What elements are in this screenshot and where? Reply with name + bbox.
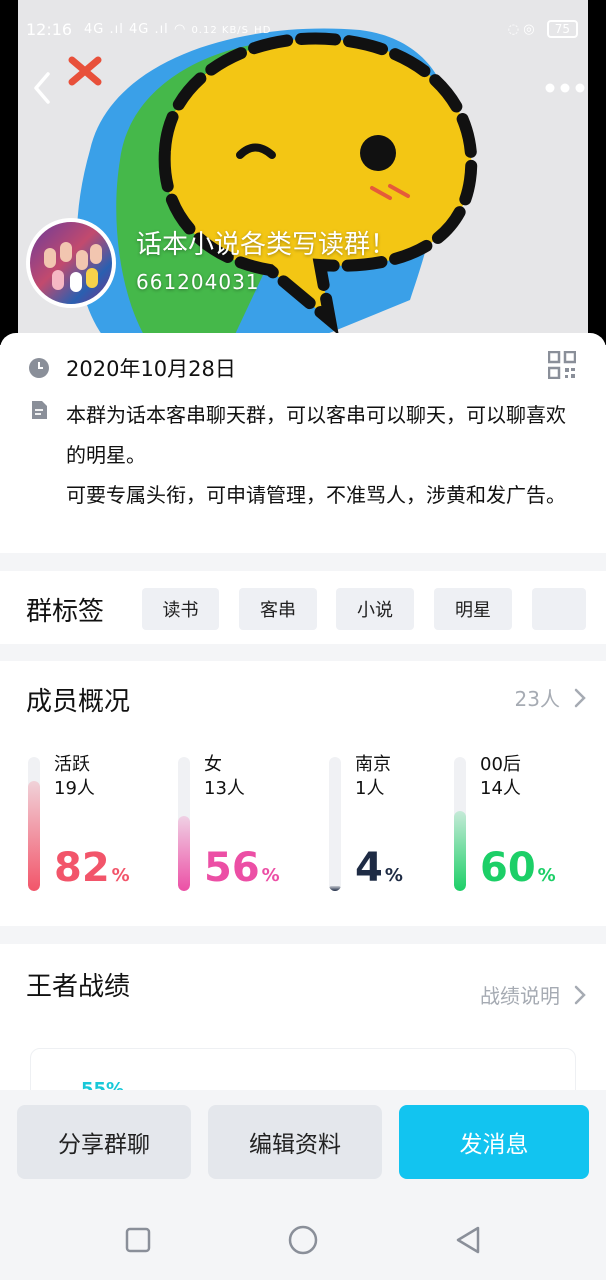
game-record-title: 王者战绩: [26, 972, 131, 1002]
tag-celebrity[interactable]: 明星: [434, 588, 512, 630]
group-info-card: 2020年10月28日 本群为话本客串聊天群，可以客串可以聊天，可以聊喜欢的明星…: [0, 333, 606, 553]
group-name: 话本小说各类写读群！: [136, 230, 397, 260]
action-bar: 分享群聊 编辑资料 发消息: [0, 1090, 606, 1198]
chevron-right-icon: [574, 688, 586, 707]
stat-label: 00后: [480, 754, 521, 775]
status-bar: 12:16 4G .ıl 4G .ıl ◠ 0.12 KB/S HD ◌ ◎ 7…: [0, 0, 606, 58]
percent-value: 4: [355, 845, 383, 891]
date-row: 2020年10月28日: [28, 353, 236, 383]
alarm-icon: ◎: [523, 22, 535, 37]
home-icon[interactable]: [287, 1224, 319, 1256]
location-bar-fill: [329, 885, 341, 891]
stat-percent: 82%: [54, 845, 130, 891]
hd-text: HD: [254, 25, 272, 36]
group-id[interactable]: 661204031: [136, 270, 260, 294]
tag-guest[interactable]: 客串: [239, 588, 317, 630]
percent-unit: %: [261, 865, 280, 886]
speed-text: 0.12 KB/S: [191, 25, 250, 36]
percent-value: 60: [480, 845, 536, 891]
group-avatar[interactable]: [26, 218, 116, 308]
back-icon[interactable]: [452, 1224, 484, 1256]
group-description: 本群为话本客串聊天群，可以客串可以聊天，可以聊喜欢的明星。 可要专属头衔，可申请…: [66, 403, 566, 507]
percent-unit: %: [384, 865, 403, 886]
age-bar-fill: [454, 810, 466, 891]
percent-value: 82: [54, 845, 110, 891]
stat-count: 19人: [54, 778, 95, 799]
percent-unit: %: [111, 865, 130, 886]
more-dots-icon[interactable]: [542, 70, 588, 106]
back-arrow-icon[interactable]: [24, 68, 64, 108]
female-bar-fill: [178, 815, 190, 891]
tag-reading[interactable]: 读书: [142, 588, 219, 630]
members-total-link[interactable]: 23人: [515, 683, 586, 712]
tag-novel[interactable]: 小说: [336, 588, 414, 630]
active-bar-fill: [28, 781, 40, 891]
percent-unit: %: [537, 865, 556, 886]
location-bar: [329, 757, 341, 891]
chevron-right-icon: [574, 985, 586, 1004]
wifi-icon: ◠: [173, 22, 187, 37]
stat-percent: 4%: [355, 845, 403, 891]
system-nav-bar: [0, 1198, 606, 1280]
stat-count: 14人: [480, 778, 521, 799]
stat-percent: 60%: [480, 845, 556, 891]
signal-text: 4G .ıl 4G .ıl: [84, 22, 169, 37]
clock-icon: [29, 358, 49, 378]
vibe-icon: ◌: [507, 22, 520, 37]
stat-label: 南京: [355, 754, 391, 775]
group-tags-card: 群标签 读书 客串 小说 明星: [0, 571, 606, 644]
status-time: 12:16: [26, 20, 73, 39]
description-row: 本群为话本客串聊天群，可以客串可以聊天，可以聊喜欢的明星。 可要专属头衔，可申请…: [28, 395, 566, 515]
percent-value: 56: [204, 845, 260, 891]
members-overview-card: 成员概况 23人 活跃 19人 82% 女 13人 56% 南京 1人 4% 0…: [0, 661, 606, 926]
share-group-button[interactable]: 分享群聊: [17, 1105, 191, 1179]
document-icon: [32, 401, 47, 419]
status-right: ◌ ◎ 75: [508, 20, 578, 38]
send-message-button[interactable]: 发消息: [399, 1105, 589, 1179]
tag-empty[interactable]: [532, 588, 586, 630]
group-cover-header: 12:16 4G .ıl 4G .ıl ◠ 0.12 KB/S HD ◌ ◎ 7…: [0, 0, 606, 345]
tags-title: 群标签: [26, 597, 105, 627]
age-bar: [454, 757, 466, 891]
stat-count: 1人: [355, 778, 385, 799]
battery-indicator: 75: [546, 20, 578, 38]
members-total: 23人: [514, 687, 560, 711]
status-network: 4G .ıl 4G .ıl ◠ 0.12 KB/S HD: [84, 22, 271, 37]
recent-apps-icon[interactable]: [122, 1224, 154, 1256]
qr-code-icon[interactable]: [548, 351, 576, 379]
stat-label: 活跃: [54, 754, 90, 775]
stat-count: 13人: [204, 778, 245, 799]
active-bar: [28, 757, 40, 891]
edit-profile-button[interactable]: 编辑资料: [208, 1105, 382, 1179]
members-title: 成员概况: [26, 687, 131, 717]
female-bar: [178, 757, 190, 891]
record-explain: 战绩说明: [480, 984, 560, 1008]
record-explain-link[interactable]: 战绩说明: [480, 980, 586, 1009]
stat-percent: 56%: [204, 845, 280, 891]
stat-label: 女: [204, 754, 222, 775]
created-date: 2020年10月28日: [66, 357, 236, 381]
